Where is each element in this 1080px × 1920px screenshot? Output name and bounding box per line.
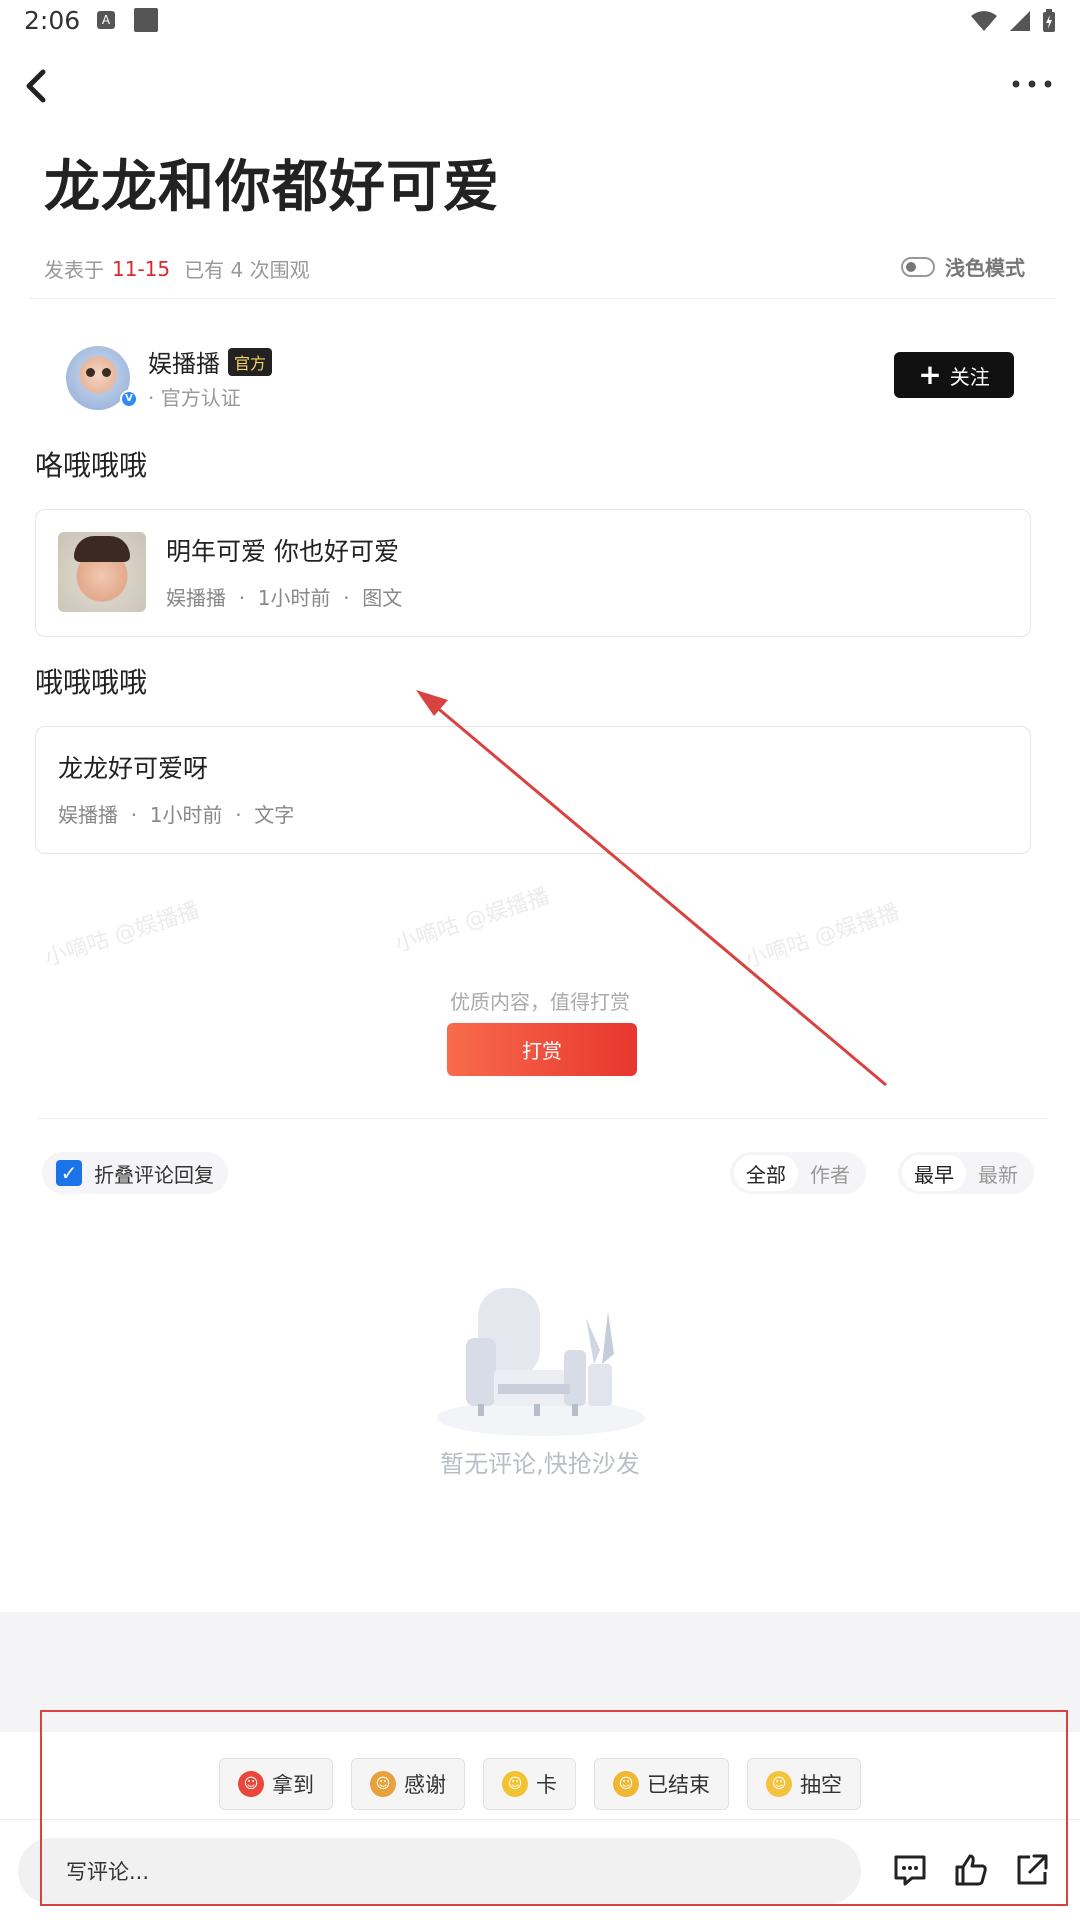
wifi-icon — [971, 11, 997, 31]
post-title: 明年可爱 你也好可爱 — [166, 537, 399, 566]
divider — [30, 298, 1056, 299]
post-title: 龙龙好可爱呀 — [58, 754, 209, 783]
annotation-rectangle — [40, 1710, 1068, 1906]
collapse-label: 折叠评论回复 — [94, 1162, 214, 1187]
tab-all[interactable]: 全部 — [734, 1155, 798, 1191]
watermark-text: 小嘀咕 @娱播播 — [41, 897, 203, 972]
follow-button[interactable]: + 关注 — [894, 352, 1014, 398]
light-mode-toggle[interactable]: 浅色模式 — [901, 252, 1025, 281]
collapse-replies-toggle[interactable]: ✓ 折叠评论回复 — [42, 1152, 228, 1194]
post-meta: 娱播播 · 1小时前 · 图文 — [166, 586, 403, 610]
author-subtitle: · 官方认证 — [148, 386, 241, 410]
avatar-eye — [102, 368, 111, 377]
tip-prompt: 优质内容，值得打赏 — [450, 990, 630, 1014]
status-bar: 2:06 A — [0, 0, 1080, 44]
comment-order-filter: 最早 最新 — [898, 1152, 1034, 1194]
watermark-text: 小嘀咕 @娱播播 — [741, 899, 903, 974]
more-options-button[interactable] — [1004, 64, 1064, 112]
back-button[interactable] — [14, 64, 58, 108]
watermark-text: 小嘀咕 @娱播播 — [391, 883, 553, 958]
plus-icon: + — [918, 358, 942, 391]
verified-badge-icon: V — [120, 390, 138, 408]
empty-sofa-illustration — [437, 1288, 645, 1436]
follow-label: 关注 — [949, 364, 990, 389]
tab-latest[interactable]: 最新 — [966, 1155, 1030, 1191]
author-name[interactable]: 娱播播 — [148, 344, 220, 379]
section-heading: 哦哦哦哦 — [35, 666, 148, 699]
cellular-signal-icon — [1010, 11, 1030, 31]
section-heading: 咯哦哦哦 — [35, 449, 148, 482]
avatar-eye — [86, 368, 95, 377]
publish-date: 11-15 — [112, 256, 171, 281]
battery-icon — [1043, 9, 1055, 32]
keyboard-a-icon: A — [97, 11, 115, 29]
chevron-left-icon — [26, 69, 46, 103]
tab-earliest[interactable]: 最早 — [902, 1155, 966, 1191]
checkbox-checked-icon[interactable]: ✓ — [56, 1160, 82, 1186]
notification-square-icon — [134, 8, 158, 32]
post-thumbnail — [58, 532, 146, 612]
toggle-switch-icon — [901, 256, 935, 277]
article-title: 龙龙和你都好可爱 — [44, 155, 500, 220]
tip-button[interactable]: 打赏 — [447, 1023, 637, 1076]
post-meta: 娱播播 · 1小时前 · 文字 — [58, 803, 295, 827]
view-count: 已有 4 次围观 — [184, 258, 310, 282]
empty-comments-text: 暂无评论,快抢沙发 — [440, 1450, 640, 1478]
official-tag: 官方 — [228, 348, 273, 376]
more-dots-icon — [1012, 80, 1052, 88]
thumbnail-hair — [74, 536, 130, 562]
tab-author[interactable]: 作者 — [798, 1155, 862, 1191]
linked-post-card[interactable]: 明年可爱 你也好可爱 娱播播 · 1小时前 · 图文 — [35, 509, 1031, 637]
meta-prefix: 发表于 — [44, 258, 104, 282]
status-time: 2:06 — [24, 6, 81, 35]
linked-post-card[interactable]: 龙龙好可爱呀 娱播播 · 1小时前 · 文字 — [35, 726, 1031, 854]
article-meta: 发表于 11-15 已有 4 次围观 — [44, 254, 310, 283]
divider — [38, 1118, 1048, 1119]
comment-scope-filter: 全部 作者 — [730, 1152, 866, 1194]
theme-label: 浅色模式 — [945, 256, 1025, 280]
